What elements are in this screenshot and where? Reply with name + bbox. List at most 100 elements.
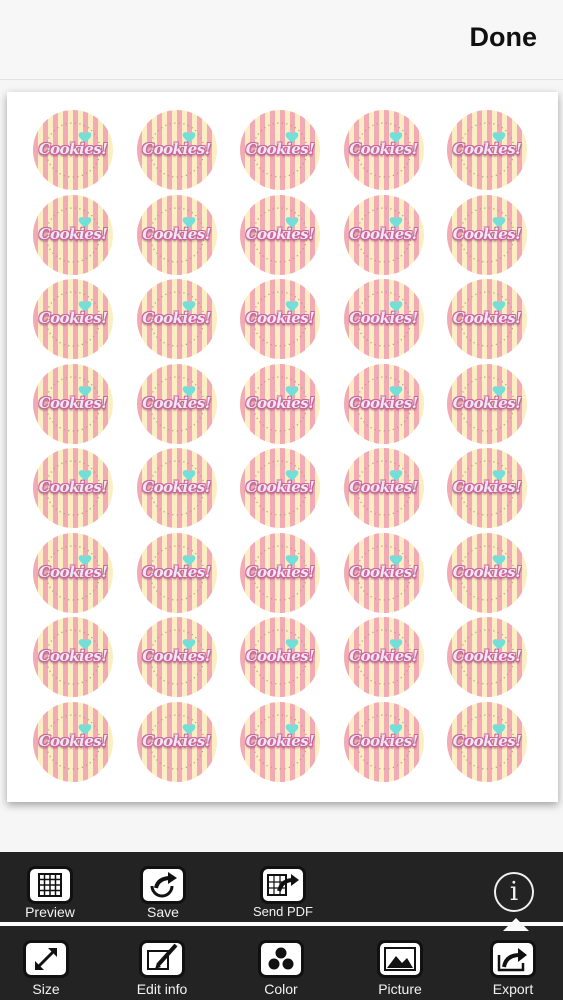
sticker-text: Cookies! xyxy=(38,224,108,243)
sticker[interactable]: Cookies! xyxy=(136,363,217,444)
sticker[interactable]: Cookies! xyxy=(447,194,527,275)
share-arrow-icon xyxy=(140,866,186,904)
done-button[interactable]: Done xyxy=(470,22,538,53)
sticker[interactable]: Cookies! xyxy=(33,363,113,444)
sticker[interactable]: Cookies! xyxy=(343,617,424,697)
sticker[interactable]: Cookies! xyxy=(343,448,424,528)
sticker[interactable]: Cookies! xyxy=(240,110,320,190)
sticker[interactable]: Cookies! xyxy=(447,532,527,613)
sticker[interactable]: Cookies! xyxy=(240,532,320,613)
resize-icon xyxy=(23,940,69,978)
sticker[interactable]: Cookies! xyxy=(343,532,424,613)
grid-icon xyxy=(27,866,73,904)
sticker-text: Cookies! xyxy=(245,309,315,327)
sticker-text: Cookies! xyxy=(142,731,211,750)
sticker[interactable]: Cookies! xyxy=(343,279,424,359)
sticker-text: Cookies! xyxy=(245,393,315,412)
sticker-text: Cookies! xyxy=(452,309,522,327)
sticker[interactable]: Cookies! xyxy=(343,701,424,782)
sticker[interactable]: Cookies! xyxy=(240,279,320,359)
export-label: Export xyxy=(492,981,534,997)
palette-icon xyxy=(258,940,304,978)
picture-icon xyxy=(377,940,423,978)
sticker[interactable]: Cookies! xyxy=(136,532,217,613)
sticker-text: Cookies! xyxy=(452,731,522,750)
sticker-text: Cookies! xyxy=(142,562,211,581)
sticker-text: Cookies! xyxy=(142,478,211,496)
sticker[interactable]: Cookies! xyxy=(33,279,113,359)
sticker-text: Cookies! xyxy=(38,562,108,581)
color-label: Color xyxy=(264,981,298,997)
sticker-text: Cookies! xyxy=(452,140,522,158)
preview-label: Preview xyxy=(25,904,75,920)
sticker[interactable]: Cookies! xyxy=(447,110,527,190)
sticker-text: Cookies! xyxy=(245,731,315,750)
sticker[interactable]: Cookies! xyxy=(136,701,217,782)
sticker[interactable]: Cookies! xyxy=(33,448,113,528)
sticker[interactable]: Cookies! xyxy=(240,194,320,275)
sticker-text: Cookies! xyxy=(349,647,418,665)
sticker-text: Cookies! xyxy=(452,647,522,665)
sticker[interactable]: Cookies! xyxy=(240,363,320,444)
sticker-text: Cookies! xyxy=(142,647,211,665)
sticker[interactable]: Cookies! xyxy=(136,194,217,275)
sticker[interactable]: Cookies! xyxy=(240,617,320,697)
sticker-text: Cookies! xyxy=(452,562,522,581)
sticker[interactable]: Cookies! xyxy=(33,617,113,697)
sticker-text: Cookies! xyxy=(349,393,418,412)
sticker-text: Cookies! xyxy=(349,562,418,581)
sticker-text: Cookies! xyxy=(142,140,211,158)
sticker[interactable]: Cookies! xyxy=(447,701,527,782)
sticker[interactable]: Cookies! xyxy=(33,110,113,190)
sticker-text: Cookies! xyxy=(142,309,211,327)
send-pdf-label: Send PDF xyxy=(253,904,313,919)
sticker[interactable]: Cookies! xyxy=(136,279,217,359)
sticker-text: Cookies! xyxy=(452,393,522,412)
sticker[interactable]: Cookies! xyxy=(447,617,527,697)
sticker-text: Cookies! xyxy=(38,393,108,412)
sticker-text: Cookies! xyxy=(142,393,211,412)
sticker[interactable]: Cookies! xyxy=(343,363,424,444)
sticker[interactable]: Cookies! xyxy=(343,110,424,190)
sticker[interactable]: Cookies! xyxy=(33,194,113,275)
sticker[interactable]: Cookies! xyxy=(136,448,217,528)
size-label: Size xyxy=(32,981,60,997)
sticker-text: Cookies! xyxy=(452,224,522,243)
sticker-text: Cookies! xyxy=(245,562,315,581)
export-selected-indicator xyxy=(503,918,529,931)
sticker[interactable]: Cookies! xyxy=(240,701,320,782)
sticker[interactable]: Cookies! xyxy=(33,701,113,782)
send-pdf-icon xyxy=(260,866,306,904)
bottom-toolbar: Preview Save Send PDF i Size Edit info C… xyxy=(0,852,563,1000)
sticker-text: Cookies! xyxy=(245,224,315,243)
export-icon xyxy=(490,940,536,978)
sticker-text: Cookies! xyxy=(349,140,418,158)
sticker[interactable]: Cookies! xyxy=(136,110,217,190)
sticker-text: Cookies! xyxy=(38,647,108,665)
sticker-text: Cookies! xyxy=(38,140,108,158)
preview-area: Cookies! Cookies! Cookies! Cookies! Cookies!… xyxy=(0,80,563,852)
sticker[interactable]: Cookies! xyxy=(447,363,527,444)
sticker[interactable]: Cookies! xyxy=(33,532,113,613)
sticker[interactable]: Cookies! xyxy=(343,194,424,275)
top-navigation-bar: Done xyxy=(0,0,563,80)
label-sheet: Cookies! Cookies! Cookies! Cookies! Cookies!… xyxy=(7,92,558,802)
sticker[interactable]: Cookies! xyxy=(447,279,527,359)
sticker[interactable]: Cookies! xyxy=(240,448,320,528)
info-icon[interactable]: i xyxy=(494,872,534,912)
pencil-icon xyxy=(139,940,185,978)
sticker-text: Cookies! xyxy=(245,140,315,158)
sticker-text: Cookies! xyxy=(349,224,418,243)
sticker-text: Cookies! xyxy=(38,309,108,327)
sticker-text: Cookies! xyxy=(452,478,522,496)
sticker[interactable]: Cookies! xyxy=(136,617,217,697)
sticker-text: Cookies! xyxy=(349,731,418,750)
edit-info-label: Edit info xyxy=(136,981,188,997)
sticker-text: Cookies! xyxy=(38,478,108,496)
picture-label: Picture xyxy=(378,981,422,997)
sticker[interactable]: Cookies! xyxy=(447,448,527,528)
sticker-text: Cookies! xyxy=(349,478,418,496)
toolbar-divider xyxy=(0,922,563,926)
sticker-text: Cookies! xyxy=(245,478,315,496)
sticker-text: Cookies! xyxy=(245,647,315,665)
